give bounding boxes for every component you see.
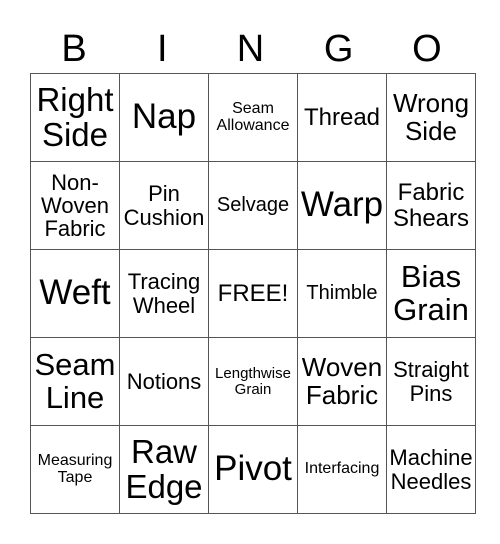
bingo-cell[interactable]: Fabric Shears: [386, 161, 476, 250]
bingo-cell[interactable]: Selvage: [208, 161, 298, 250]
bingo-cell[interactable]: Measuring Tape: [30, 425, 120, 514]
bingo-cell[interactable]: Interfacing: [297, 425, 387, 514]
bingo-cell[interactable]: Pin Cushion: [119, 161, 209, 250]
bingo-cell[interactable]: Weft: [30, 249, 120, 338]
bingo-cell[interactable]: Lengthwise Grain: [208, 337, 298, 426]
header-letter-g: G: [323, 28, 354, 70]
bingo-cell[interactable]: Tracing Wheel: [119, 249, 209, 338]
bingo-cell[interactable]: Seam Allowance: [208, 73, 298, 162]
bingo-cell[interactable]: Seam Line: [30, 337, 120, 426]
grid-row: Right Side Nap Seam Allowance Thread Wro…: [30, 73, 476, 162]
bingo-cell[interactable]: Woven Fabric: [297, 337, 387, 426]
header-letter-b: B: [61, 28, 87, 70]
grid-row: Measuring Tape Raw Edge Pivot Interfacin…: [30, 425, 476, 514]
header-letter-n: N: [236, 28, 265, 70]
grid-row: Seam Line Notions Lengthwise Grain Woven…: [30, 337, 476, 426]
free-space-cell[interactable]: FREE!: [208, 249, 298, 338]
bingo-cell[interactable]: Thread: [297, 73, 387, 162]
bingo-cell[interactable]: Pivot: [208, 425, 298, 514]
header-letter-i: I: [157, 28, 168, 70]
bingo-cell[interactable]: Bias Grain: [386, 249, 476, 338]
bingo-cell[interactable]: Straight Pins: [386, 337, 476, 426]
bingo-cell[interactable]: Thimble: [297, 249, 387, 338]
bingo-cell[interactable]: Machine Needles: [386, 425, 476, 514]
bingo-cell[interactable]: Right Side: [30, 73, 120, 162]
bingo-cell[interactable]: Warp: [297, 161, 387, 250]
bingo-header: B I N G O: [30, 26, 471, 72]
bingo-cell[interactable]: Non-Woven Fabric: [30, 161, 120, 250]
bingo-grid: Right Side Nap Seam Allowance Thread Wro…: [30, 73, 476, 514]
grid-row: Non-Woven Fabric Pin Cushion Selvage War…: [30, 161, 476, 250]
header-letter-o: O: [412, 28, 442, 70]
grid-row: Weft Tracing Wheel FREE! Thimble Bias Gr…: [30, 249, 476, 338]
bingo-cell[interactable]: Nap: [119, 73, 209, 162]
bingo-cell[interactable]: Notions: [119, 337, 209, 426]
bingo-cell[interactable]: Wrong Side: [386, 73, 476, 162]
bingo-cell[interactable]: Raw Edge: [119, 425, 209, 514]
